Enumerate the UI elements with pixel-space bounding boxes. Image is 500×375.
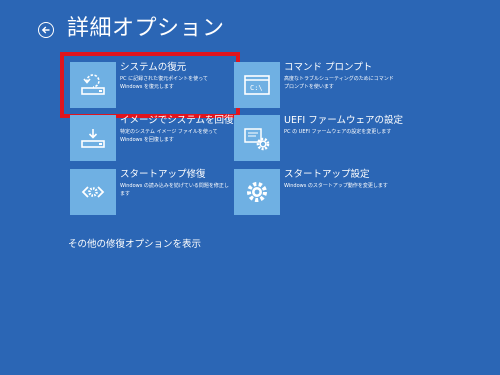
command-prompt-icon-box: C:\ [234, 62, 280, 108]
startup-settings-icon [247, 182, 267, 202]
option-description: PC の UEFI ファームウェアの設定を変更します [284, 129, 392, 135]
option-system-image-recovery[interactable]: イメージでシステムを回復 特定のシステム イメージ ファイルを使って Windo… [70, 115, 234, 161]
option-description: 高度なトラブルシューティングのためにコマンド プロンプトを使います [284, 76, 394, 90]
uefi-firmware-settings-icon-box [234, 115, 280, 161]
more-repair-options-link[interactable]: その他の修復オプションを表示 [68, 239, 201, 251]
option-uefi-firmware-settings[interactable]: UEFI ファームウェアの設定 PC の UEFI ファームウェアの設定を変更し… [234, 115, 403, 161]
option-startup-repair[interactable]: スタートアップ修復 Windows の読み込みを妨げている問題を修正します [70, 169, 230, 215]
system-image-recovery-icon [81, 129, 105, 148]
page-title: 詳細オプション [67, 16, 225, 41]
option-description: PC に記録された復元ポイントを使って Windows を復元します [120, 76, 208, 90]
option-startup-settings[interactable]: スタートアップ設定 Windows のスタートアップ動作を変更します [234, 169, 394, 215]
system-restore-icon [81, 74, 105, 95]
system-restore-icon-box [70, 62, 116, 108]
svg-text:C:\: C:\ [250, 84, 263, 92]
option-title: システムの復元 [120, 62, 187, 73]
back-button[interactable] [38, 22, 54, 38]
system-image-recovery-icon-box [70, 115, 116, 161]
startup-repair-icon-box [70, 169, 116, 215]
option-command-prompt[interactable]: C:\ コマンド プロンプト 高度なトラブルシューティングのためにコマンド プロ… [234, 62, 394, 108]
option-title: イメージでシステムを回復 [120, 115, 234, 126]
back-arrow-icon [41, 26, 50, 34]
startup-settings-icon-box [234, 169, 280, 215]
option-title: UEFI ファームウェアの設定 [284, 115, 403, 126]
option-system-restore[interactable]: システムの復元 PC に記録された復元ポイントを使って Windows を復元し… [60, 52, 240, 118]
option-title: スタートアップ設定 [284, 169, 370, 180]
option-description: Windows のスタートアップ動作を変更します [284, 183, 388, 189]
startup-repair-icon [81, 186, 105, 198]
option-title: スタートアップ修復 [120, 169, 206, 180]
option-description: Windows の読み込みを妨げている問題を修正します [120, 183, 229, 197]
option-description: 特定のシステム イメージ ファイルを使って Windows を回復します [120, 129, 218, 143]
option-title: コマンド プロンプト [284, 62, 373, 73]
uefi-firmware-settings-icon [244, 128, 270, 151]
command-prompt-icon: C:\ [244, 75, 270, 95]
